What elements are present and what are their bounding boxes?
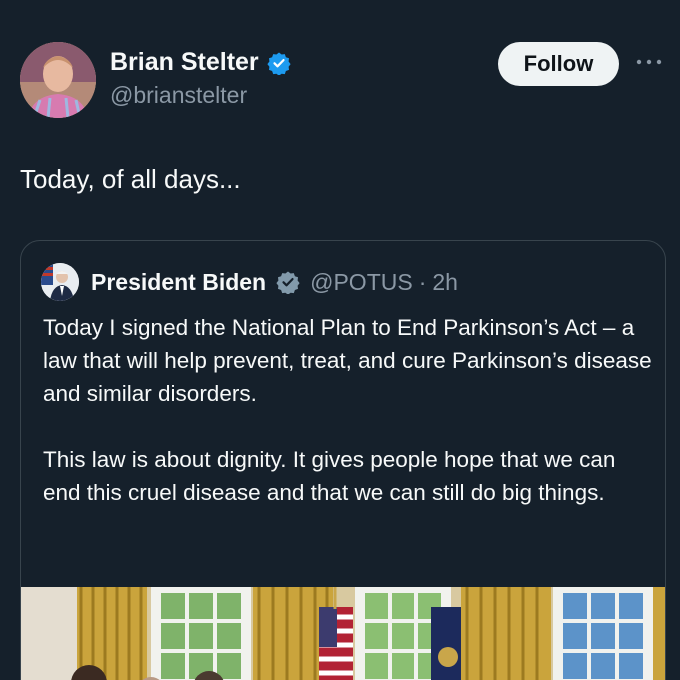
quoted-tweet-header: President Biden @POTUS · 2h xyxy=(41,263,458,301)
quoted-paragraph: This law is about dignity. It gives peop… xyxy=(43,447,616,505)
follow-button[interactable]: Follow xyxy=(498,42,619,86)
quoted-tweet-body: Today I signed the National Plan to End … xyxy=(43,311,653,542)
author-handle[interactable]: @brianstelter xyxy=(110,82,247,109)
quoted-paragraph: Today I signed the National Plan to End … xyxy=(43,315,652,406)
quoted-separator: · xyxy=(418,268,427,295)
more-horizontal-icon[interactable] xyxy=(634,52,664,72)
author-display-name[interactable]: Brian Stelter xyxy=(110,48,259,77)
quoted-tweet-photo[interactable] xyxy=(21,587,665,680)
tweet: Brian Stelter @brianstelter Follow Today… xyxy=(0,0,680,680)
author-name-row: Brian Stelter xyxy=(110,48,291,77)
quoted-author-photo xyxy=(41,263,79,301)
quoted-timestamp[interactable]: 2h xyxy=(432,269,458,296)
quoted-tweet-card[interactable]: President Biden @POTUS · 2h Today I sign… xyxy=(20,240,666,680)
author-photo xyxy=(20,42,96,118)
gray-verified-badge-icon[interactable] xyxy=(276,270,300,295)
quoted-display-name[interactable]: President Biden xyxy=(91,269,266,296)
author-avatar[interactable] xyxy=(20,42,96,118)
quoted-handle[interactable]: @POTUS xyxy=(310,269,413,296)
quoted-author-avatar[interactable] xyxy=(41,263,79,301)
tweet-text: Today, of all days... xyxy=(20,164,241,194)
verified-badge-icon[interactable] xyxy=(267,51,291,76)
